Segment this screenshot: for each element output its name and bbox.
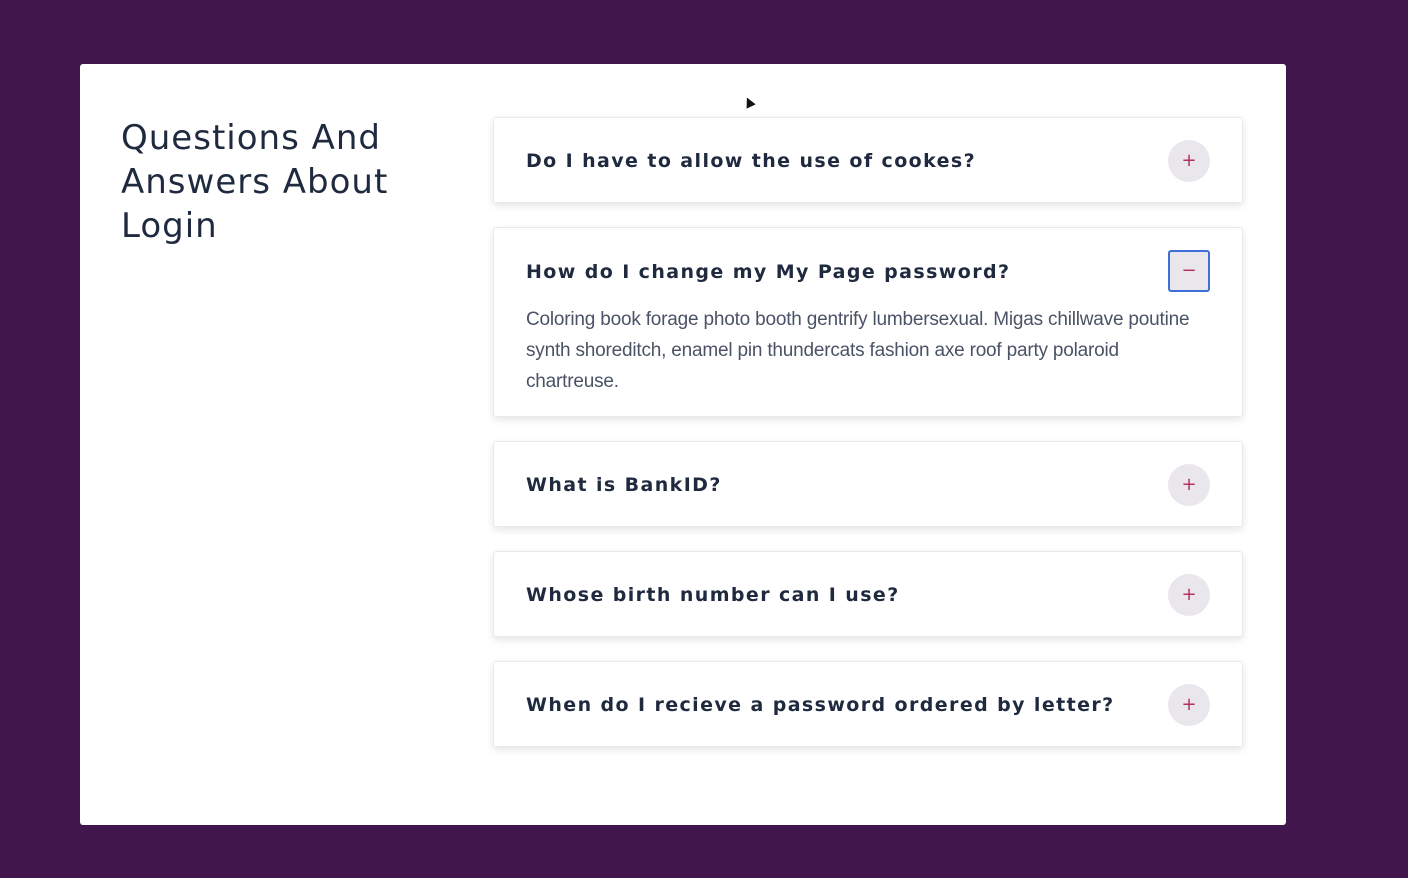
- plus-icon[interactable]: +: [1168, 140, 1210, 182]
- faq-question[interactable]: Do I have to allow the use of cookes?: [526, 149, 976, 173]
- plus-icon[interactable]: +: [1168, 684, 1210, 726]
- faq-question[interactable]: How do I change my My Page password?: [526, 260, 1010, 284]
- faq-list: Do I have to allow the use of cookes? + …: [493, 117, 1243, 771]
- faq-answer: Coloring book forage photo booth gentrif…: [526, 309, 1190, 392]
- faq-question[interactable]: Whose birth number can I use?: [526, 583, 900, 607]
- faq-question[interactable]: When do I recieve a password ordered by …: [526, 693, 1115, 717]
- faq-item-cookies[interactable]: Do I have to allow the use of cookes? +: [493, 117, 1243, 203]
- faq-item-bankid[interactable]: What is BankID? +: [493, 441, 1243, 527]
- plus-icon[interactable]: +: [1168, 574, 1210, 616]
- page-title: Questions And Answers About Login: [121, 118, 389, 246]
- faq-item-change-password[interactable]: How do I change my My Page password? − C…: [493, 227, 1243, 417]
- minus-icon[interactable]: −: [1168, 250, 1210, 292]
- faq-item-birth-number[interactable]: Whose birth number can I use? +: [493, 551, 1243, 637]
- faq-item-password-letter[interactable]: When do I recieve a password ordered by …: [493, 661, 1243, 747]
- faq-card: Questions And Answers About Login Do I h…: [80, 64, 1286, 825]
- faq-question[interactable]: What is BankID?: [526, 473, 722, 497]
- plus-icon[interactable]: +: [1168, 464, 1210, 506]
